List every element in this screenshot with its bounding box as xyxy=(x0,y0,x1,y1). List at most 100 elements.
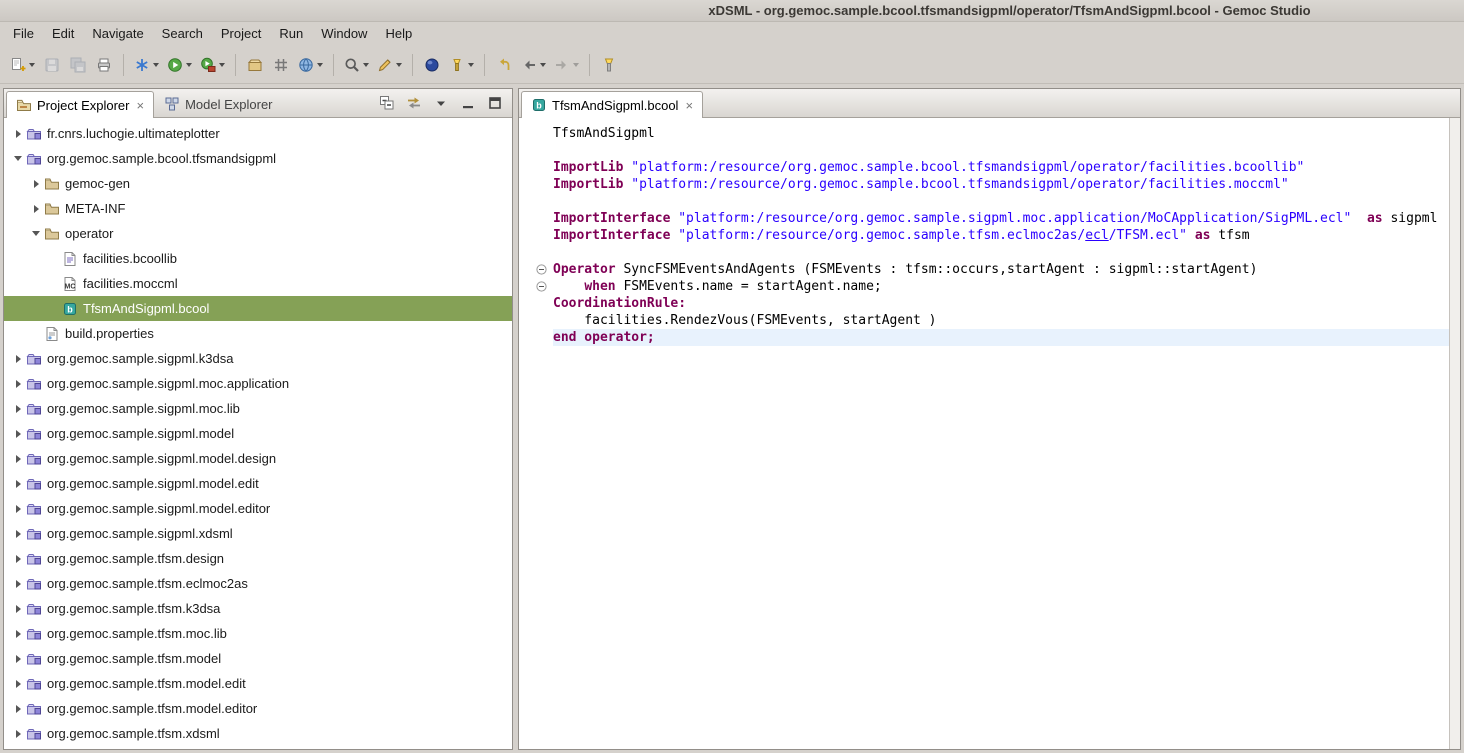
tree-item-org-gemoc-sample-sigpml-model-editor[interactable]: org.gemoc.sample.sigpml.model.editor xyxy=(4,496,512,521)
collapse-arrow-icon[interactable] xyxy=(28,231,44,236)
code-line-10[interactable]: when FSMEvents.name = startAgent.name; xyxy=(519,278,1460,295)
tree-item-org-gemoc-sample-sigpml-moc-application[interactable]: org.gemoc.sample.sigpml.moc.application xyxy=(4,371,512,396)
gemoc-engine-button[interactable] xyxy=(295,52,326,78)
menu-navigate[interactable]: Navigate xyxy=(83,22,152,47)
tree-item-org-gemoc-sample-tfsm-eclmoc2as[interactable]: org.gemoc.sample.tfsm.eclmoc2as xyxy=(4,571,512,596)
code-line-12[interactable]: facilities.RendezVous(FSMEvents, startAg… xyxy=(519,312,1460,329)
dropdown-arrow-icon[interactable] xyxy=(396,63,402,67)
tree-item-operator[interactable]: operator xyxy=(4,221,512,246)
tree-item-org-gemoc-sample-tfsm-design[interactable]: org.gemoc.sample.tfsm.design xyxy=(4,546,512,571)
expand-arrow-icon[interactable] xyxy=(10,380,26,388)
dropdown-arrow-icon[interactable] xyxy=(540,63,546,67)
tree-item-meta-inf[interactable]: META-INF xyxy=(4,196,512,221)
menu-edit[interactable]: Edit xyxy=(43,22,83,47)
tree-item-org-gemoc-sample-sigpml-model-design[interactable]: org.gemoc.sample.sigpml.model.design xyxy=(4,446,512,471)
tree-item-org-gemoc-sample-tfsm-k3dsa[interactable]: org.gemoc.sample.tfsm.k3dsa xyxy=(4,596,512,621)
collapse-arrow-icon[interactable] xyxy=(10,156,26,161)
minimize-icon[interactable] xyxy=(459,94,477,112)
code-line-9[interactable]: Operator SyncFSMEventsAndAgents (FSMEven… xyxy=(519,261,1460,278)
menu-file[interactable]: File xyxy=(4,22,43,47)
dropdown-arrow-icon[interactable] xyxy=(573,63,579,67)
tree-item-org-gemoc-sample-sigpml-xdsml[interactable]: org.gemoc.sample.sigpml.xdsml xyxy=(4,521,512,546)
expand-arrow-icon[interactable] xyxy=(10,530,26,538)
overview-ruler[interactable] xyxy=(1449,118,1460,749)
expand-arrow-icon[interactable] xyxy=(10,555,26,563)
expand-arrow-icon[interactable] xyxy=(28,205,44,213)
expand-arrow-icon[interactable] xyxy=(10,655,26,663)
expand-arrow-icon[interactable] xyxy=(10,630,26,638)
menu-run[interactable]: Run xyxy=(270,22,312,47)
expand-arrow-icon[interactable] xyxy=(10,130,26,138)
dropdown-arrow-icon[interactable] xyxy=(317,63,323,67)
code-line-11[interactable]: CoordinationRule: xyxy=(519,295,1460,312)
open-element-button[interactable] xyxy=(446,52,477,78)
last-edit-location-button[interactable] xyxy=(492,52,516,78)
new-button[interactable] xyxy=(7,52,38,78)
expand-arrow-icon[interactable] xyxy=(10,480,26,488)
menu-help[interactable]: Help xyxy=(376,22,421,47)
dropdown-arrow-icon[interactable] xyxy=(219,63,225,67)
tree-item-org-gemoc-sample-tfsm-model[interactable]: org.gemoc.sample.tfsm.model xyxy=(4,646,512,671)
expand-arrow-icon[interactable] xyxy=(10,705,26,713)
fold-collapse-icon[interactable] xyxy=(519,261,553,278)
dropdown-arrow-icon[interactable] xyxy=(468,63,474,67)
expand-arrow-icon[interactable] xyxy=(10,430,26,438)
expand-arrow-icon[interactable] xyxy=(10,580,26,588)
tree-item-org-gemoc-sample-tfsm-model-edit[interactable]: org.gemoc.sample.tfsm.model.edit xyxy=(4,671,512,696)
tree-item-org-gemoc-sample-tfsm-model-editor[interactable]: org.gemoc.sample.tfsm.model.editor xyxy=(4,696,512,721)
annotate-button[interactable] xyxy=(374,52,405,78)
code-line-13[interactable]: end operator; xyxy=(519,329,1460,346)
expand-arrow-icon[interactable] xyxy=(10,730,26,738)
tree-item-org-gemoc-sample-sigpml-moc-lib[interactable]: org.gemoc.sample.sigpml.moc.lib xyxy=(4,396,512,421)
tree-item-fr-cnrs-luchogie-ultimateplotter[interactable]: fr.cnrs.luchogie.ultimateplotter xyxy=(4,121,512,146)
java-element-button[interactable] xyxy=(420,52,444,78)
print-button[interactable] xyxy=(92,52,116,78)
code-line-5[interactable] xyxy=(519,193,1460,210)
expand-arrow-icon[interactable] xyxy=(10,605,26,613)
search-button[interactable] xyxy=(341,52,372,78)
expand-arrow-icon[interactable] xyxy=(28,180,44,188)
tree-item-org-gemoc-sample-tfsm-moc-lib[interactable]: org.gemoc.sample.tfsm.moc.lib xyxy=(4,621,512,646)
tree-item-tfsmandsigpml-bcool[interactable]: bTfsmAndSigpml.bcool xyxy=(4,296,512,321)
code-line-7[interactable]: ImportInterface "platform:/resource/org.… xyxy=(519,227,1460,244)
collapse-all-icon[interactable] xyxy=(378,94,396,112)
code-line-8[interactable] xyxy=(519,244,1460,261)
new-package-button[interactable] xyxy=(243,52,267,78)
dropdown-arrow-icon[interactable] xyxy=(186,63,192,67)
back-history-button[interactable] xyxy=(518,52,549,78)
fold-collapse-icon[interactable] xyxy=(519,278,553,295)
menu-window[interactable]: Window xyxy=(312,22,376,47)
expand-arrow-icon[interactable] xyxy=(10,355,26,363)
dropdown-arrow-icon[interactable] xyxy=(29,63,35,67)
code-editor[interactable]: TfsmAndSigpml ImportLib "platform:/resour… xyxy=(519,118,1460,749)
tree-item-org-gemoc-sample-sigpml-model-edit[interactable]: org.gemoc.sample.sigpml.model.edit xyxy=(4,471,512,496)
tree-item-org-gemoc-sample-bcool-tfsmandsigpml[interactable]: org.gemoc.sample.bcool.tfsmandsigpml xyxy=(4,146,512,171)
code-line-6[interactable]: ImportInterface "platform:/resource/org.… xyxy=(519,210,1460,227)
close-editor-icon[interactable]: × xyxy=(685,98,693,113)
plugin-registry-button[interactable] xyxy=(269,52,293,78)
run-button[interactable] xyxy=(164,52,195,78)
code-line-1[interactable]: TfsmAndSigpml xyxy=(519,125,1460,142)
maximize-icon[interactable] xyxy=(486,94,504,112)
tree-item-facilities-moccml[interactable]: MCfacilities.moccml xyxy=(4,271,512,296)
run-external-tools-button[interactable] xyxy=(197,52,228,78)
menu-project[interactable]: Project xyxy=(212,22,270,47)
link-with-editor-icon[interactable] xyxy=(405,94,423,112)
view-menu-icon[interactable] xyxy=(432,94,450,112)
tab-project-explorer[interactable]: Project Explorer × xyxy=(6,91,154,118)
dropdown-arrow-icon[interactable] xyxy=(363,63,369,67)
expand-arrow-icon[interactable] xyxy=(10,680,26,688)
tree-item-org-gemoc-sample-sigpml-k3dsa[interactable]: org.gemoc.sample.sigpml.k3dsa xyxy=(4,346,512,371)
code-line-2[interactable] xyxy=(519,142,1460,159)
tree-item-gemoc-gen[interactable]: gemoc-gen xyxy=(4,171,512,196)
expand-arrow-icon[interactable] xyxy=(10,405,26,413)
menu-search[interactable]: Search xyxy=(153,22,212,47)
highlight-button[interactable] xyxy=(597,52,621,78)
tab-model-explorer[interactable]: Model Explorer xyxy=(154,90,282,117)
tree-item-facilities-bcoollib[interactable]: facilities.bcoollib xyxy=(4,246,512,271)
dropdown-arrow-icon[interactable] xyxy=(153,63,159,67)
expand-arrow-icon[interactable] xyxy=(10,505,26,513)
code-line-3[interactable]: ImportLib "platform:/resource/org.gemoc.… xyxy=(519,159,1460,176)
tree-item-build-properties[interactable]: build.properties xyxy=(4,321,512,346)
editor-tab-tfsmandsigpml-bcool[interactable]: b TfsmAndSigpml.bcool × xyxy=(521,91,703,118)
